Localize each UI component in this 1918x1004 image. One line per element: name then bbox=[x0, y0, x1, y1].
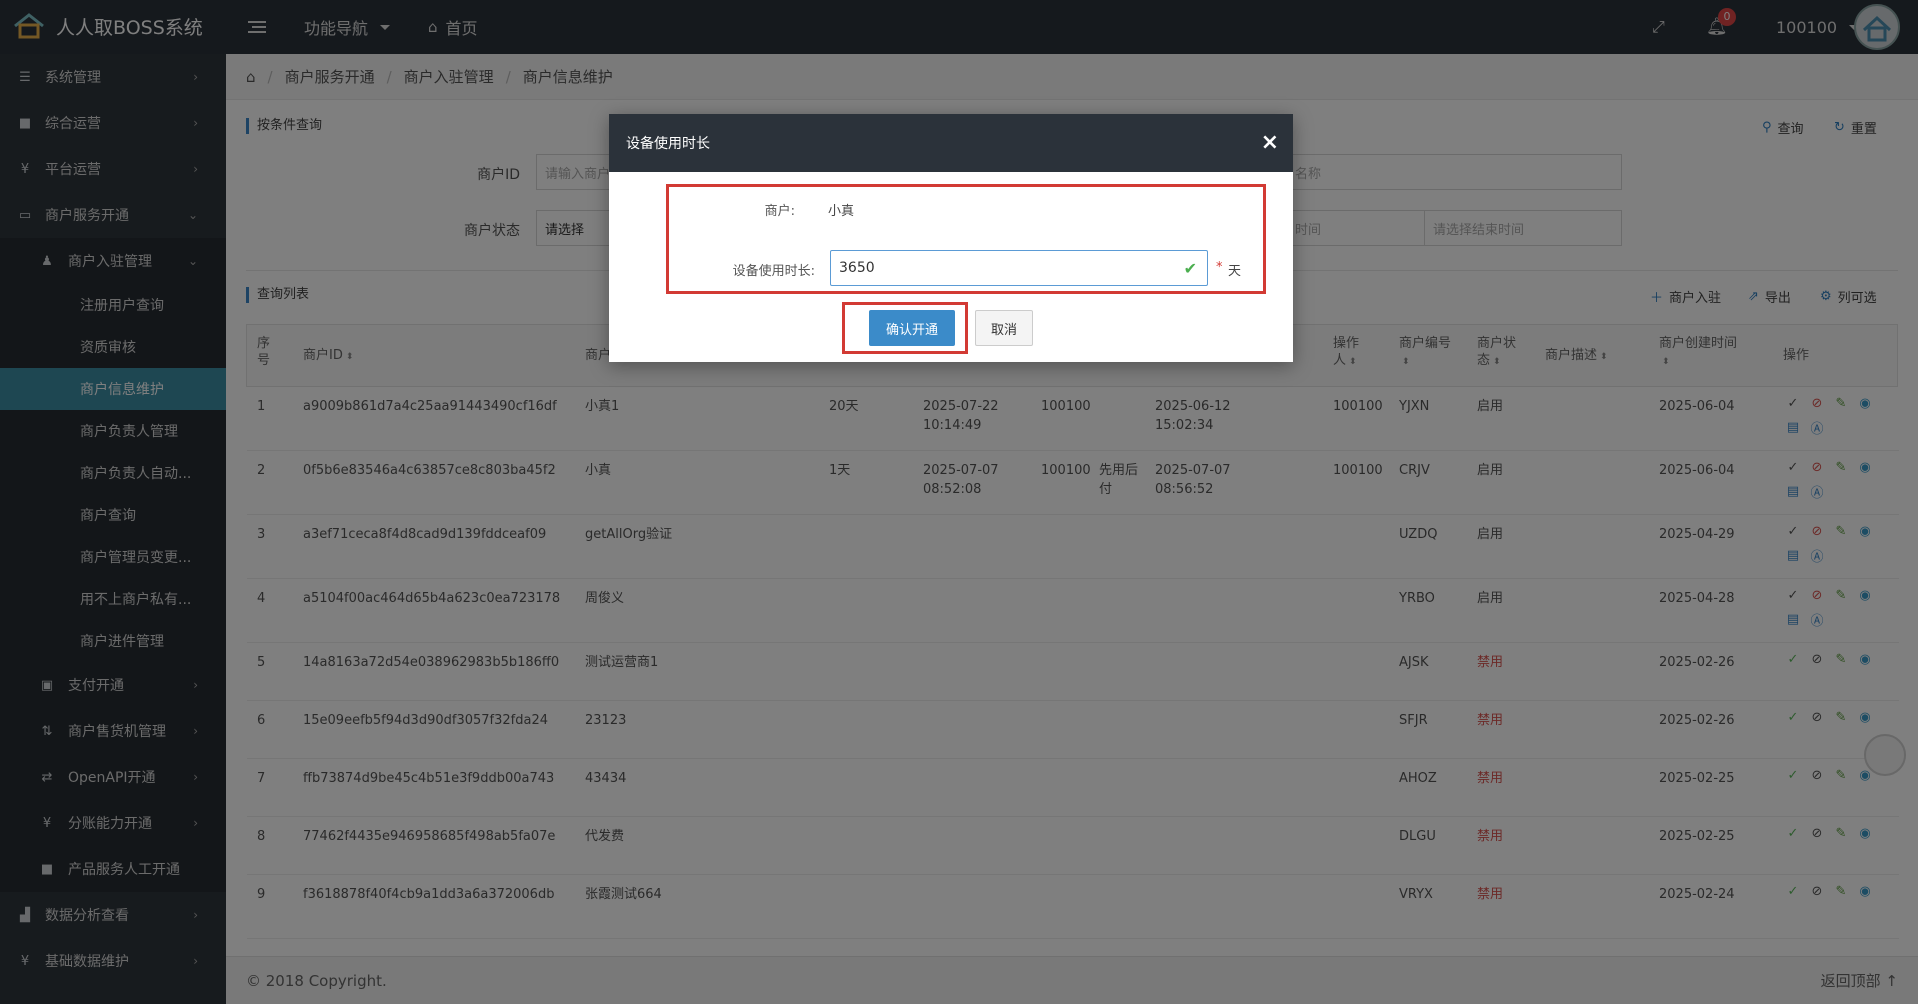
merchant-value: 小真 bbox=[828, 204, 855, 219]
required-mark: * bbox=[1216, 260, 1223, 275]
dialog-title: 设备使用时长 bbox=[626, 136, 710, 152]
device-duration-dialog: 设备使用时长 × 商户: 小真 设备使用时长: 3650 ✔ * 天 确认开通 … bbox=[609, 114, 1293, 362]
confirm-open-button[interactable]: 确认开通 bbox=[869, 310, 955, 346]
duration-value: 3650 bbox=[839, 260, 875, 276]
dialog-header: 设备使用时长 × bbox=[609, 114, 1293, 172]
duration-label: 设备使用时长: bbox=[732, 264, 815, 279]
close-icon[interactable]: × bbox=[1261, 132, 1279, 154]
unit-label: 天 bbox=[1228, 264, 1242, 279]
check-icon: ✔ bbox=[1183, 258, 1197, 278]
cancel-button[interactable]: 取消 bbox=[975, 310, 1033, 346]
duration-input[interactable]: 3650 ✔ bbox=[830, 250, 1208, 286]
merchant-label: 商户: bbox=[764, 204, 795, 219]
